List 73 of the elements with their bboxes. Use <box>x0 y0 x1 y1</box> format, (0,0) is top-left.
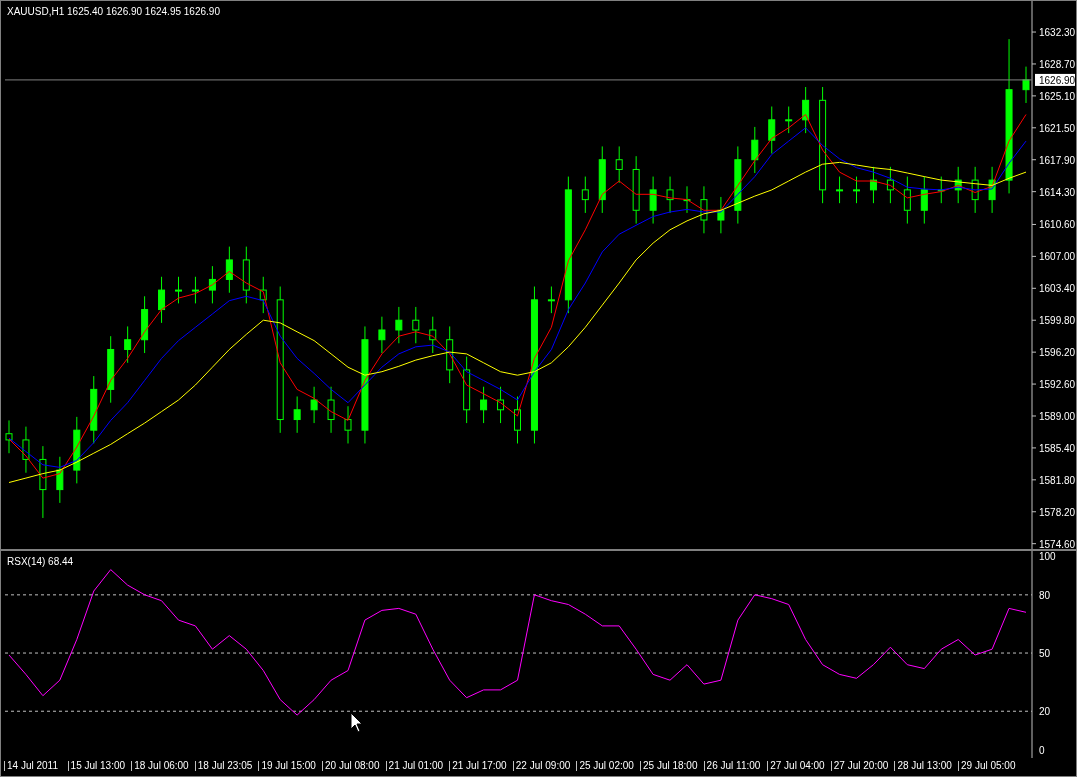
candlestick <box>175 276 182 304</box>
candlestick <box>158 276 166 324</box>
candlestick <box>344 405 352 444</box>
candlestick <box>310 386 318 424</box>
price-axis-label: 1581.80 <box>1039 474 1076 486</box>
chart-title: XAUUSD,H1 1625.40 1626.90 1624.95 1626.90 <box>7 6 220 17</box>
price-axis-label: 1610.60 <box>1039 219 1076 231</box>
indicator-axis-label: 100 <box>1039 551 1056 563</box>
time-axis-label: 27 Jul 04:00 <box>767 761 825 771</box>
candlestick <box>327 386 335 434</box>
candlestick <box>751 126 759 174</box>
mouse-cursor-icon <box>350 712 363 733</box>
indicator-axis-label: 20 <box>1039 706 1051 718</box>
candlestick <box>649 176 657 225</box>
time-axis-label: 25 Jul 02:00 <box>576 761 634 771</box>
candlestick <box>124 325 132 364</box>
time-axis-label: 25 Jul 18:00 <box>640 761 698 771</box>
ref-line-label: 1626.90 <box>1039 74 1076 86</box>
candlestick <box>395 306 403 344</box>
time-axis-label: 21 Jul 17:00 <box>449 761 507 771</box>
candlestick <box>1022 66 1030 104</box>
time-axis-label: 15 Jul 13:00 <box>67 761 126 771</box>
price-axis-label: 1607.00 <box>1039 251 1076 263</box>
candlestick <box>920 176 928 225</box>
candlestick <box>547 286 555 314</box>
price-axis-label: 1585.40 <box>1039 442 1076 454</box>
candlestick <box>191 276 199 304</box>
price-axis-label: 1574.60 <box>1039 538 1076 549</box>
candlestick <box>293 395 301 434</box>
candlestick <box>412 306 420 344</box>
indicator-axis-label: 0 <box>1039 745 1045 757</box>
price-axis-label: 1596.20 <box>1039 347 1076 359</box>
candlestick <box>666 176 674 214</box>
time-axis-label: 19 Jul 15:00 <box>258 761 316 771</box>
candlestick <box>615 145 623 184</box>
candlestick <box>225 246 233 294</box>
indicator-title: RSX(14) 68.44 <box>7 556 74 567</box>
price-axis-label: 1617.90 <box>1039 154 1076 166</box>
time-axis-label: 29 Jul 05:00 <box>958 761 1016 771</box>
candlestick <box>768 106 776 155</box>
candlestick <box>581 176 589 214</box>
price-axis-label: 1625.10 <box>1039 90 1076 102</box>
current-price-label: 1626.90 <box>1035 73 1076 86</box>
time-axis-label: 21 Jul 01:00 <box>385 761 444 771</box>
price-axis-label: 1589.00 <box>1039 411 1076 422</box>
time-axis-label: 18 Jul 23:05 <box>194 761 253 771</box>
candlestick <box>5 419 13 454</box>
candlestick <box>378 316 386 354</box>
candlestick <box>208 265 216 304</box>
candlestick <box>514 395 521 444</box>
price-axis-label: 1603.40 <box>1039 283 1076 295</box>
indicator-axis-label: 80 <box>1039 589 1051 601</box>
price-axis-label: 1578.20 <box>1039 506 1076 518</box>
time-axis-label: 20 Jul 08:00 <box>322 761 380 771</box>
time-axis-label: 27 Jul 20:00 <box>830 761 889 771</box>
candlestick <box>480 386 488 424</box>
time-axis-label: 18 Jul 06:00 <box>131 761 189 771</box>
indicator-axis-label: 50 <box>1039 648 1051 660</box>
time-axis-label: 28 Jul 13:00 <box>894 761 952 771</box>
price-axis-label: 1599.80 <box>1039 315 1076 327</box>
price-axis-label: 1632.30 <box>1039 27 1076 39</box>
candlestick <box>903 176 911 225</box>
price-axis-label: 1592.60 <box>1039 379 1076 391</box>
price-axis-label: 1621.50 <box>1039 122 1076 134</box>
time-axis-label: 22 Jul 09:00 <box>512 761 571 771</box>
price-axis-label: 1628.70 <box>1039 58 1076 70</box>
time-axis-label: 14 Jul 2011 <box>4 761 58 771</box>
candlestick <box>836 176 844 204</box>
candlestick <box>785 106 793 134</box>
time-axis-label: 26 Jul 11:00 <box>703 761 761 771</box>
candlestick <box>56 456 64 504</box>
price-axis-label: 1614.30 <box>1039 186 1076 198</box>
candlestick <box>853 176 860 204</box>
